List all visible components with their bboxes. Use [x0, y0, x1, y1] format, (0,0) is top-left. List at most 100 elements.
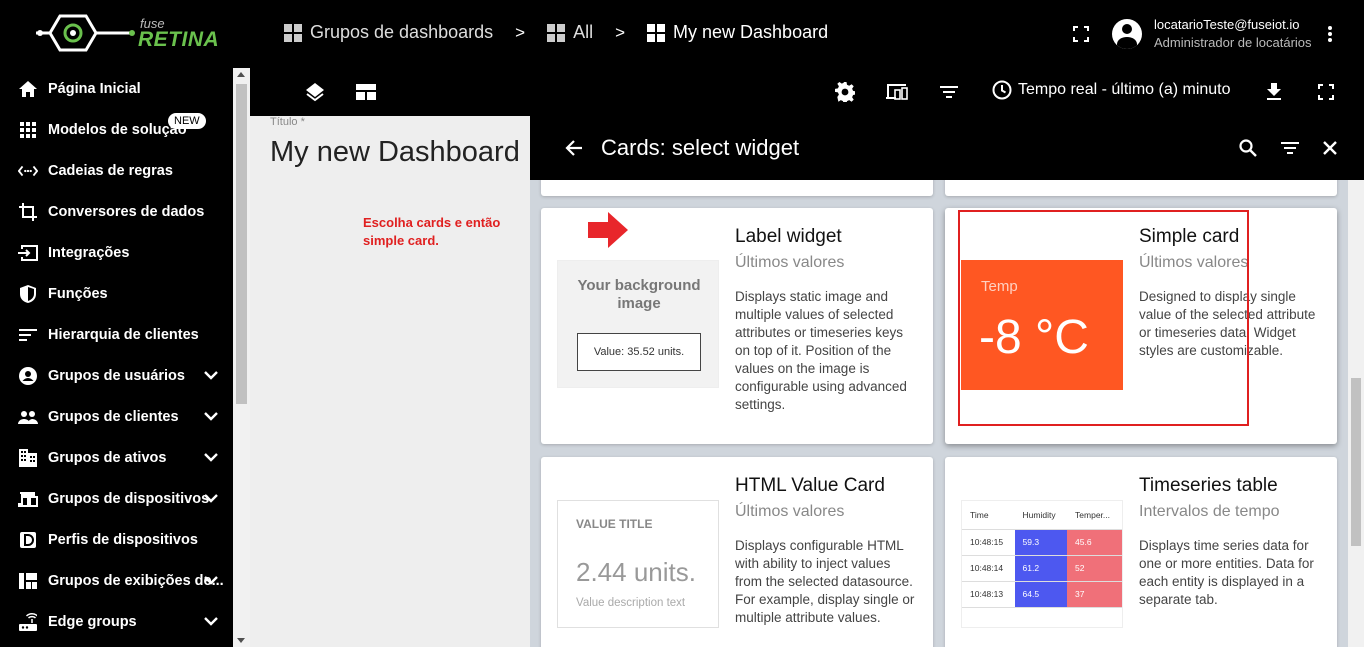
- table-cell: 64.5: [1014, 581, 1068, 608]
- router-icon: [18, 612, 38, 632]
- rule-chain-icon: [18, 161, 38, 181]
- more-options-button[interactable]: [1318, 22, 1342, 46]
- preview-value-box: Value: 35.52 units.: [577, 333, 701, 371]
- download-button[interactable]: [1261, 80, 1287, 104]
- account-circle-icon: [18, 366, 38, 386]
- layout-button[interactable]: [353, 80, 379, 104]
- crop-icon: [18, 202, 38, 222]
- user-role: Administrador de locatários: [1154, 35, 1312, 50]
- dashboard-grid-icon: [647, 23, 666, 42]
- logo-mark-icon: [36, 14, 135, 52]
- preview-title: VALUE TITLE: [576, 517, 653, 531]
- search-button[interactable]: [1236, 136, 1260, 160]
- sidebar-scrollbar[interactable]: [233, 68, 250, 647]
- chevron-down-icon: [204, 409, 218, 425]
- sidebar-item-user-groups[interactable]: Grupos de usuários: [0, 355, 232, 396]
- dashboard-fullscreen-button[interactable]: [1313, 80, 1339, 104]
- breadcrumb-label: My new Dashboard: [673, 22, 829, 42]
- table-cell: 52: [1067, 555, 1122, 582]
- panel-filter-button[interactable]: [1278, 136, 1302, 160]
- widget-description: Displays static image and multiple value…: [735, 289, 907, 412]
- search-icon: [1239, 139, 1257, 157]
- table-cell: 10:48:13: [962, 581, 1015, 608]
- fullscreen-icon: [1073, 26, 1089, 42]
- sidebar-item-label: Grupos de exibições de...: [48, 572, 224, 589]
- back-button[interactable]: [562, 136, 586, 160]
- more-vert-icon: [1328, 26, 1332, 42]
- breadcrumb-dashboard-groups[interactable]: Grupos de dashboards: [284, 22, 493, 43]
- sidebar-item-edge-groups[interactable]: Edge groups: [0, 601, 232, 642]
- layers-button[interactable]: [302, 80, 328, 104]
- panel-title: Cards: select widget: [601, 135, 800, 160]
- sidebar-item-label: Hierarquia de clientes: [48, 326, 199, 343]
- table-cell: 10:48:14: [962, 555, 1015, 582]
- sidebar-item-label: Grupos de usuários: [48, 367, 185, 384]
- dashboard-grid-icon: [547, 23, 566, 42]
- table-row: 10:48:14 61.2 52: [962, 555, 1122, 582]
- sidebar-item-roles[interactable]: Funções: [0, 273, 232, 314]
- breadcrumb-label: All: [573, 22, 594, 42]
- title-field-label: Título *: [270, 116, 305, 128]
- widget-card-partial[interactable]: [945, 180, 1337, 196]
- chevron-down-icon: [204, 450, 218, 466]
- panel-scrollbar[interactable]: [1348, 180, 1364, 647]
- widget-preview: VALUE TITLE 2.44 units. Value descriptio…: [557, 500, 719, 628]
- highlight-box: [958, 210, 1249, 426]
- sidebar-item-label: Grupos de ativos: [48, 449, 167, 466]
- layers-icon: [306, 83, 324, 102]
- sidebar-item-customer-groups[interactable]: Grupos de clientes: [0, 396, 232, 437]
- sort-icon: [18, 325, 38, 345]
- widget-name: Timeseries table: [1139, 475, 1278, 496]
- sidebar-item-data-converters[interactable]: Conversores de dados: [0, 191, 232, 232]
- sidebar-item-label: Grupos de dispositivos: [48, 490, 210, 507]
- chevron-down-icon: [204, 368, 218, 384]
- preview-description: Value description text: [576, 597, 686, 609]
- clock-icon: [992, 80, 1012, 100]
- filter-button[interactable]: [936, 80, 962, 104]
- timewindow-selector[interactable]: Tempo real - último (a) minuto: [992, 80, 1231, 100]
- widget-card-timeseries-table[interactable]: Time Humidity Temper... 10:48:15 59.3 45…: [945, 457, 1337, 647]
- sidebar-item-label: Cadeias de regras: [48, 162, 173, 179]
- sidebar-item-integrations[interactable]: Integrações: [0, 232, 232, 273]
- device-profile-icon: [18, 530, 38, 550]
- widget-preview: Your background image Value: 35.52 units…: [557, 260, 719, 388]
- widget-description: Displays time series data for one or mor…: [1139, 538, 1314, 607]
- breadcrumb-current-dashboard: My new Dashboard: [647, 22, 828, 43]
- table-cell: 59.3: [1014, 529, 1068, 556]
- fuse-retina-logo[interactable]: fuse RETINA: [36, 8, 219, 58]
- view-quilt-icon: [18, 571, 38, 591]
- widget-card-html-value[interactable]: VALUE TITLE 2.44 units. Value descriptio…: [541, 457, 933, 647]
- settings-button[interactable]: [832, 80, 858, 104]
- chevron-down-icon: [204, 614, 218, 630]
- device-layout-button[interactable]: [884, 80, 910, 104]
- sidebar-item-device-profiles[interactable]: Perfis de dispositivos: [0, 519, 232, 560]
- sidebar-item-home[interactable]: Página Inicial: [0, 68, 232, 109]
- scrollbar-thumb[interactable]: [1351, 378, 1361, 546]
- avatar: [1112, 19, 1142, 49]
- scrollbar-thumb[interactable]: [236, 84, 247, 404]
- close-button[interactable]: [1318, 136, 1342, 160]
- input-icon: [18, 243, 38, 263]
- breadcrumb-all[interactable]: All: [547, 22, 593, 43]
- sidebar-item-customer-hierarchy[interactable]: Hierarquia de clientes: [0, 314, 232, 355]
- web-layout-icon: [356, 84, 376, 100]
- scroll-down-icon[interactable]: [237, 638, 245, 643]
- filter-list-icon: [940, 86, 958, 98]
- sidebar-item-rule-chains[interactable]: Cadeias de regras: [0, 150, 232, 191]
- sidebar-item-asset-groups[interactable]: Grupos de ativos: [0, 437, 232, 478]
- sidebar-item-device-groups[interactable]: Grupos de dispositivos: [0, 478, 232, 519]
- chevron-down-icon: [204, 491, 218, 507]
- home-icon: [18, 79, 38, 99]
- widget-type: Intervalos de tempo: [1139, 503, 1280, 520]
- fullscreen-button[interactable]: [1068, 22, 1094, 46]
- domain-icon: [18, 448, 38, 468]
- dashboard-title-input[interactable]: My new Dashboard: [270, 136, 530, 169]
- sidebar-item-entity-view-groups[interactable]: Grupos de exibições de...: [0, 560, 232, 601]
- user-menu[interactable]: locatarioTeste@fuseiot.io Administrador …: [1112, 16, 1312, 52]
- scroll-up-icon[interactable]: [237, 72, 245, 77]
- devices-icon: [18, 489, 38, 509]
- sidebar-item-label: Grupos de clientes: [48, 408, 179, 425]
- dashboard-toolbar: Tempo real - último (a) minuto: [250, 68, 1364, 116]
- sidebar-item-solution-templates[interactable]: Modelos de solução NEW: [0, 109, 232, 150]
- widget-card-partial[interactable]: [541, 180, 933, 196]
